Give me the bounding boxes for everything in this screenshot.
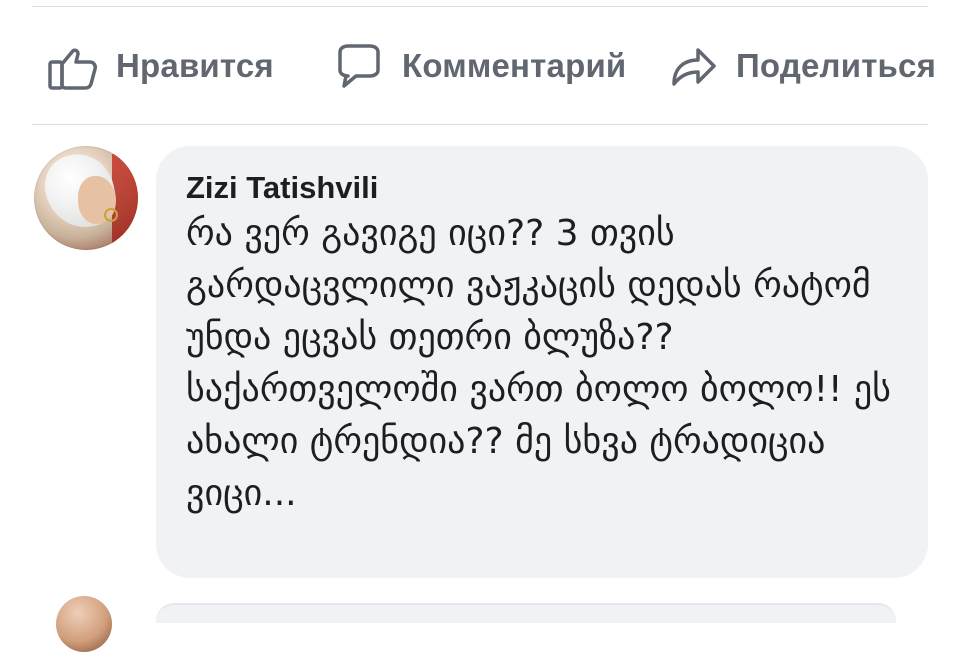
share-arrow-icon (664, 38, 720, 94)
post-actions-bar: Нравится Комментарий Поделиться (32, 30, 936, 102)
like-label: Нравится (116, 47, 274, 84)
next-comment-bubble (156, 603, 896, 623)
avatar[interactable] (34, 146, 138, 250)
like-button[interactable]: Нравится (44, 30, 274, 102)
share-label: Поделиться (736, 47, 937, 84)
next-comment-avatar[interactable] (56, 596, 112, 652)
comment-author[interactable]: Zizi Tatishvili (186, 170, 902, 206)
comment-text: რა ვერ გავიგე იცი?? 3 თვის გარდაცვლილი ვ… (186, 213, 891, 514)
top-divider (32, 6, 928, 7)
share-button[interactable]: Поделиться (664, 30, 936, 102)
speech-bubble-icon (330, 38, 386, 94)
avatar-earring (104, 208, 118, 222)
comment-bubble: Zizi Tatishvili რა ვერ გავიგე იცი?? 3 თვ… (156, 146, 928, 578)
thumbs-up-icon (44, 38, 100, 94)
comment-button[interactable]: Комментарий (330, 30, 626, 102)
section-divider (32, 124, 928, 125)
comment: Zizi Tatishvili რა ვერ გავიგე იცი?? 3 თვ… (32, 146, 928, 586)
comment-label: Комментарий (402, 47, 627, 84)
